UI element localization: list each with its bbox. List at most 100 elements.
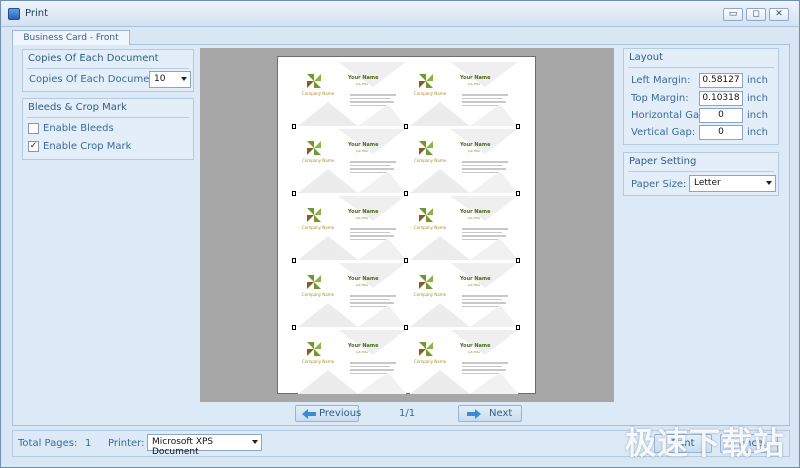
company-logo-icon xyxy=(307,74,321,88)
card-contact-lines xyxy=(462,228,510,242)
copies-group: Copies Of Each Document Copies Of Each D… xyxy=(22,49,194,92)
card-job-title: Job Title xyxy=(468,350,481,354)
card-contact-lines xyxy=(350,94,398,108)
business-card: Company Name Your Name Job Title xyxy=(298,62,406,126)
company-logo-icon xyxy=(307,342,321,356)
crop-mark xyxy=(516,124,520,129)
card-job-title: Job Title xyxy=(356,350,369,354)
copies-dropdown[interactable]: 10 xyxy=(149,71,191,88)
previous-button[interactable]: Previous xyxy=(295,405,362,422)
layout-group: Layout Left Margin: 0.58127 inch Top Mar… xyxy=(623,48,779,145)
company-logo-icon xyxy=(419,74,433,88)
top-margin-label: Top Margin: xyxy=(631,93,689,104)
company-logo-icon xyxy=(419,208,433,222)
business-card: Company Name Your Name Job Title xyxy=(298,330,406,394)
paper-setting-header: Paper Setting xyxy=(629,156,697,167)
crop-mark xyxy=(292,191,296,196)
card-company-name: Company Name xyxy=(302,158,335,163)
minimize-button[interactable]: ▭ xyxy=(723,8,743,21)
site-watermark: 极速下载站 xyxy=(625,426,785,462)
card-person-name: Your Name xyxy=(348,209,379,215)
card-job-title: Job Title xyxy=(356,149,369,153)
crop-mark xyxy=(404,191,408,196)
paper-size-label: Paper Size: xyxy=(631,179,687,190)
card-person-name: Your Name xyxy=(460,209,491,215)
crop-mark xyxy=(516,258,520,263)
copies-label: Copies Of Each Document: xyxy=(29,74,163,85)
horizontal-gap-label: Horizontal Gap: xyxy=(631,110,709,121)
top-margin-unit: inch xyxy=(747,93,768,104)
card-company-name: Company Name xyxy=(414,158,447,163)
crop-mark xyxy=(292,325,296,330)
card-contact-lines xyxy=(350,161,398,175)
divider xyxy=(27,117,189,118)
card-company-name: Company Name xyxy=(302,359,335,364)
card-contact-lines xyxy=(462,161,510,175)
card-job-title: Job Title xyxy=(468,283,481,287)
card-person-name: Your Name xyxy=(348,142,379,148)
company-logo-icon xyxy=(419,141,433,155)
business-card: Company Name Your Name Job Title xyxy=(298,263,406,327)
horizontal-gap-input[interactable]: 0 xyxy=(699,108,743,123)
vertical-gap-label: Vertical Gap: xyxy=(631,127,696,138)
printer-label: Printer: xyxy=(108,438,145,449)
copies-value: 10 xyxy=(154,74,166,84)
previous-label: Previous xyxy=(319,408,362,419)
maximize-button[interactable]: ◻ xyxy=(746,8,766,21)
chevron-down-icon xyxy=(766,181,772,185)
paper-setting-group: Paper Setting Paper Size: Letter xyxy=(623,152,779,196)
card-company-name: Company Name xyxy=(414,91,447,96)
next-button[interactable]: Next xyxy=(458,405,522,422)
card-company-name: Company Name xyxy=(414,292,447,297)
business-card: Company Name Your Name Job Title xyxy=(410,263,518,327)
crop-mark xyxy=(404,124,408,129)
horizontal-gap-unit: inch xyxy=(747,110,768,121)
bleeds-group-header: Bleeds & Crop Mark xyxy=(28,102,127,113)
card-contact-lines xyxy=(350,228,398,242)
crop-mark xyxy=(404,325,408,330)
copies-group-header: Copies Of Each Document xyxy=(28,53,159,64)
close-button[interactable]: ✕ xyxy=(769,8,789,21)
paper-size-dropdown[interactable]: Letter xyxy=(689,175,776,192)
page-indicator: 1/1 xyxy=(399,408,416,419)
card-job-title: Job Title xyxy=(356,82,369,86)
enable-crop-mark-checkbox[interactable]: ✓ xyxy=(28,141,39,152)
tab-business-card-front[interactable]: Business Card - Front xyxy=(12,30,130,45)
card-person-name: Your Name xyxy=(460,276,491,282)
arrow-right-icon xyxy=(467,409,481,419)
card-contact-lines xyxy=(350,362,398,376)
card-person-name: Your Name xyxy=(460,142,491,148)
card-contact-lines xyxy=(462,94,510,108)
card-person-name: Your Name xyxy=(460,75,491,81)
card-job-title: Job Title xyxy=(356,216,369,220)
vertical-gap-input[interactable]: 0 xyxy=(699,125,743,140)
divider xyxy=(27,68,189,69)
card-job-title: Job Title xyxy=(356,283,369,287)
card-person-name: Your Name xyxy=(348,343,379,349)
next-label: Next xyxy=(489,408,513,419)
business-card: Company Name Your Name Job Title xyxy=(410,62,518,126)
card-job-title: Job Title xyxy=(468,149,481,153)
paper-size-value: Letter xyxy=(694,178,721,188)
checkmark-icon: ✓ xyxy=(29,141,38,151)
title-bar: Print ▭ ◻ ✕ xyxy=(1,1,799,27)
bleeds-group: Bleeds & Crop Mark Enable Bleeds ✓ Enabl… xyxy=(22,98,194,160)
left-margin-label: Left Margin: xyxy=(631,75,691,86)
top-margin-input[interactable]: 0.10318 xyxy=(699,91,743,106)
arrow-left-icon xyxy=(302,409,316,419)
printer-dropdown[interactable]: Microsoft XPS Document xyxy=(147,434,262,457)
card-contact-lines xyxy=(462,362,510,376)
card-company-name: Company Name xyxy=(302,225,335,230)
printer-app-icon xyxy=(8,8,20,20)
enable-bleeds-checkbox[interactable] xyxy=(28,123,39,134)
company-logo-icon xyxy=(419,275,433,289)
divider xyxy=(628,171,774,172)
chevron-down-icon xyxy=(181,77,187,81)
divider xyxy=(628,67,774,68)
left-margin-input[interactable]: 0.58127 xyxy=(699,73,743,88)
company-logo-icon xyxy=(419,342,433,356)
window-title: Print xyxy=(25,8,49,19)
crop-mark xyxy=(292,124,296,129)
left-margin-unit: inch xyxy=(747,75,768,86)
layout-group-header: Layout xyxy=(629,52,663,63)
